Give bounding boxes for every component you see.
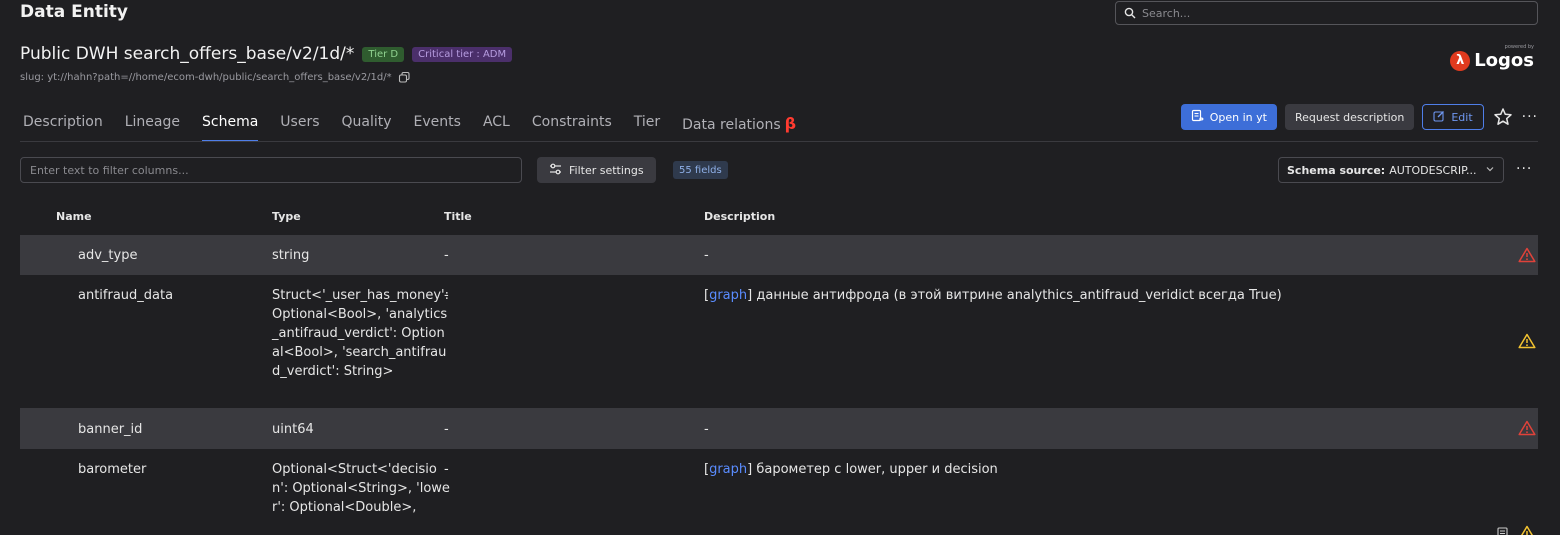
- field-description-text: барометер с lower, upper и decision: [756, 462, 998, 477]
- column-header-type[interactable]: Type: [272, 210, 301, 223]
- logos-wordmark: Logos: [1474, 50, 1534, 71]
- request-description-button[interactable]: Request description: [1284, 104, 1415, 130]
- logos-mark-icon: λ: [1450, 50, 1471, 71]
- filter-settings-label: Filter settings: [569, 163, 644, 177]
- table-row[interactable]: antifraud_data Struct<'_user_has_money':…: [20, 275, 1538, 408]
- warning-yellow-icon[interactable]: [1518, 525, 1536, 535]
- field-type: uint64: [272, 422, 314, 437]
- open-in-yt-button[interactable]: Open in yt: [1180, 104, 1277, 130]
- field-description: -: [704, 420, 709, 439]
- graph-link[interactable]: graph: [709, 288, 747, 303]
- field-description: [graph] данные антифрода (в этой витрине…: [704, 288, 1282, 303]
- table-row[interactable]: banner_id uint64 - -: [20, 408, 1538, 449]
- entity-header: Public DWH search_offers_base/v2/1d/* Ti…: [20, 44, 513, 64]
- field-type: Struct<'_user_has_money': Optional<Bool>…: [272, 288, 449, 379]
- entity-slug: slug: yt://hahn?path=//home/ecom-dwh/pub…: [20, 71, 411, 84]
- tab-quality[interactable]: Quality: [331, 110, 403, 142]
- edit-label: Edit: [1451, 110, 1473, 124]
- field-type: Optional<Struct<'decision': Optional<Str…: [272, 462, 450, 515]
- field-title: -: [444, 462, 449, 477]
- edit-icon: [1433, 110, 1445, 125]
- tab-description[interactable]: Description: [12, 110, 114, 142]
- open-external-icon: [1191, 109, 1204, 125]
- warning-red-icon[interactable]: [1518, 247, 1536, 263]
- tab-constraints[interactable]: Constraints: [521, 110, 623, 142]
- table-row[interactable]: barometer Optional<Struct<'decision': Op…: [20, 449, 1538, 535]
- field-title: -: [444, 288, 449, 303]
- book-icon[interactable]: [1496, 526, 1510, 535]
- column-header-description[interactable]: Description: [704, 210, 775, 223]
- edit-button[interactable]: Edit: [1422, 104, 1484, 130]
- entity-name: Public DWH search_offers_base/v2/1d/*: [20, 44, 355, 64]
- schema-source-label: Schema source:: [1287, 163, 1386, 177]
- column-filter-input[interactable]: Enter text to filter columns...: [20, 157, 522, 183]
- tab-users[interactable]: Users: [269, 110, 330, 142]
- tier-badge[interactable]: Tier D: [362, 46, 405, 62]
- tab-data-relations[interactable]: Data relations β: [671, 110, 807, 142]
- app-root: Data Entity Search... Public DWH search_…: [0, 0, 1560, 535]
- entity-actions: Open in yt Request description Edit ···: [1180, 104, 1538, 130]
- favorite-star-icon[interactable]: [1492, 106, 1514, 128]
- field-title: -: [444, 248, 449, 263]
- table-header: Name Type Title Description: [20, 208, 1538, 226]
- warning-yellow-icon[interactable]: [1518, 333, 1536, 349]
- copy-icon[interactable]: [398, 71, 411, 84]
- field-description-text: -: [704, 248, 709, 263]
- field-name: antifraud_data: [78, 288, 174, 303]
- field-description: -: [704, 246, 709, 265]
- field-description: [graph] барометер с lower, upper и decis…: [704, 462, 998, 477]
- column-filter-placeholder: Enter text to filter columns...: [30, 163, 189, 177]
- table-row[interactable]: adv_type string - -: [20, 235, 1538, 275]
- schema-more-icon[interactable]: ···: [1516, 161, 1532, 177]
- field-name: adv_type: [78, 248, 138, 263]
- powered-by-text: powered by: [1504, 44, 1534, 50]
- fields-count-badge: 55 fields: [673, 161, 728, 179]
- warning-red-icon[interactable]: [1518, 420, 1536, 436]
- beta-badge: β: [784, 114, 797, 133]
- sliders-icon: [549, 163, 562, 178]
- page-title: Data Entity: [20, 2, 128, 22]
- tab-bar: Description Lineage Schema Users Quality…: [12, 110, 807, 142]
- column-header-title[interactable]: Title: [444, 210, 472, 223]
- open-in-yt-label: Open in yt: [1209, 110, 1267, 124]
- schema-source-select[interactable]: Schema source: AUTODESCRIP...: [1278, 157, 1504, 183]
- slug-text: slug: yt://hahn?path=//home/ecom-dwh/pub…: [20, 72, 392, 83]
- field-name: barometer: [78, 462, 147, 477]
- tab-events[interactable]: Events: [403, 110, 472, 142]
- graph-link[interactable]: graph: [709, 462, 747, 477]
- search-icon: [1124, 7, 1136, 19]
- logos-logo: powered by λ Logos: [1450, 44, 1534, 71]
- more-actions-icon[interactable]: ···: [1522, 109, 1538, 125]
- search-placeholder: Search...: [1142, 6, 1191, 20]
- critical-tier-badge[interactable]: Critical tier : ADM: [412, 46, 513, 62]
- field-description-text: данные антифрода (в этой витрине analyth…: [756, 288, 1282, 303]
- tab-acl[interactable]: ACL: [472, 110, 521, 142]
- tab-tier[interactable]: Tier: [623, 110, 671, 142]
- column-header-name[interactable]: Name: [56, 210, 92, 223]
- tab-schema[interactable]: Schema: [191, 110, 269, 142]
- field-title: -: [444, 422, 449, 437]
- chevron-down-icon: [1485, 164, 1495, 177]
- tabs-divider: [20, 141, 1538, 142]
- filter-settings-button[interactable]: Filter settings: [537, 157, 656, 183]
- tab-lineage[interactable]: Lineage: [114, 110, 191, 142]
- global-search-input[interactable]: Search...: [1115, 1, 1538, 25]
- schema-source-value: AUTODESCRIP...: [1389, 163, 1477, 177]
- field-description-text: -: [704, 422, 709, 437]
- field-type: string: [272, 248, 310, 263]
- field-name: banner_id: [78, 422, 143, 437]
